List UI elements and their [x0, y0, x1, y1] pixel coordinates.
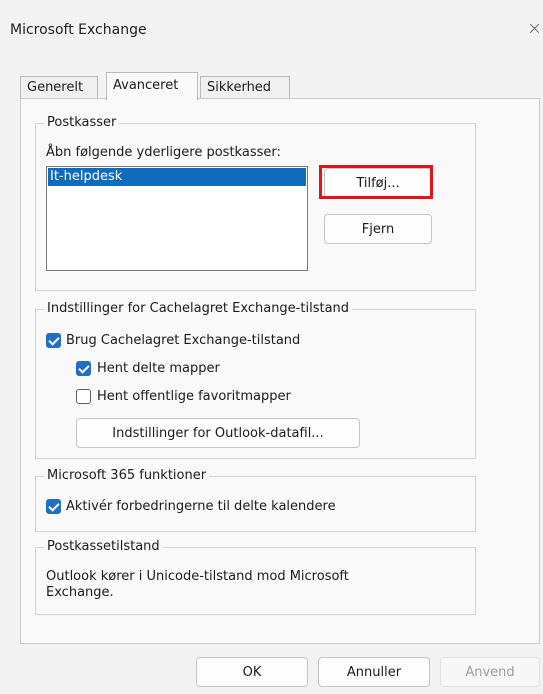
shared-folders-checkbox[interactable]	[76, 361, 91, 376]
public-favorites-label: Hent offentlige favoritmapper	[97, 389, 291, 404]
tab-panel-avanceret: Postkasser Åbn følgende yderligere postk…	[20, 98, 540, 644]
mailboxes-group: Postkasser Åbn følgende yderligere postk…	[35, 115, 476, 291]
mailbox-mode-legend: Postkassetilstand	[44, 539, 163, 555]
shared-calendars-label: Aktivér forbedringerne til delte kalende…	[66, 499, 336, 514]
tab-label: Generelt	[27, 80, 84, 95]
ok-button[interactable]: OK	[196, 657, 308, 687]
tab-label: Sikkerhed	[207, 80, 272, 95]
m365-features-group: Microsoft 365 funktioner Aktivér forbedr…	[35, 468, 476, 532]
mailbox-mode-text-line2: Exchange.	[46, 585, 114, 600]
shared-folders-label: Hent delte mapper	[97, 361, 220, 376]
title-bar: Microsoft Exchange ×	[0, 0, 543, 62]
cancel-button[interactable]: Annuller	[318, 657, 430, 687]
mailbox-mode-text-line1: Outlook kører i Unicode-tilstand mod Mic…	[46, 569, 349, 584]
mailbox-mode-group: Postkassetilstand Outlook kører i Unicod…	[35, 539, 476, 615]
tab-generelt[interactable]: Generelt	[20, 76, 98, 98]
mailboxes-prompt: Åbn følgende yderligere postkasser:	[46, 145, 281, 160]
mailboxes-legend: Postkasser	[44, 115, 120, 131]
m365-legend: Microsoft 365 funktioner	[44, 468, 210, 484]
window-title: Microsoft Exchange	[10, 22, 147, 38]
mailbox-list[interactable]: It-helpdesk	[46, 166, 308, 271]
public-favorites-checkbox[interactable]	[76, 389, 91, 404]
use-cached-label: Brug Cachelagret Exchange-tilstand	[66, 333, 301, 348]
tab-sikkerhed[interactable]: Sikkerhed	[200, 76, 290, 98]
close-icon[interactable]: ×	[527, 18, 542, 39]
add-mailbox-button[interactable]: Tilføj...	[324, 168, 432, 198]
apply-button[interactable]: Anvend	[440, 657, 540, 687]
use-cached-checkbox[interactable]	[46, 333, 61, 348]
dialog-footer: OK Annuller Anvend	[0, 650, 543, 694]
tab-label: Avanceret	[113, 78, 179, 93]
remove-mailbox-button[interactable]: Fjern	[324, 214, 432, 244]
list-item[interactable]: It-helpdesk	[48, 168, 306, 186]
cache-legend: Indstillinger for Cachelagret Exchange-t…	[44, 301, 353, 317]
tab-avanceret[interactable]: Avanceret	[106, 72, 198, 100]
cache-settings-group: Indstillinger for Cachelagret Exchange-t…	[35, 301, 476, 459]
outlook-datafile-settings-button[interactable]: Indstillinger for Outlook-datafil...	[76, 418, 360, 448]
shared-calendars-checkbox[interactable]	[46, 499, 61, 514]
